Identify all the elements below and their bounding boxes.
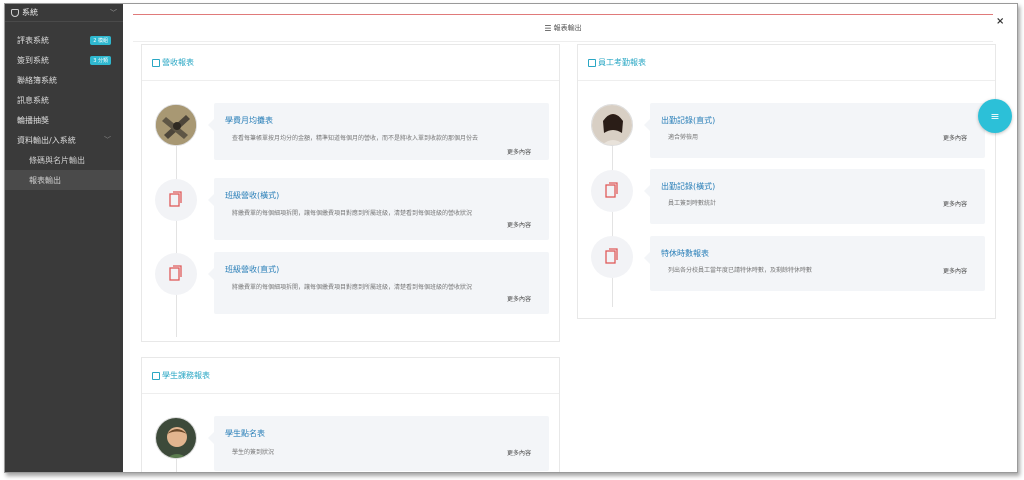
panel-title: 員工考勤報表 xyxy=(598,58,646,67)
more-link[interactable]: 更多內容 xyxy=(943,199,967,208)
report-card-description: 將繳費單的每個細項拆開，讓每個繳費項目對應到所屬班級，清楚看到每個班級的營收狀況 xyxy=(232,284,473,291)
sidebar-item-label: 聯絡簿系統 xyxy=(17,75,57,85)
more-link[interactable]: 更多內容 xyxy=(507,448,531,457)
count-badge: 2 模組 xyxy=(90,35,111,45)
report-card-description: 學生的簽到狀況 xyxy=(232,449,275,456)
sidebar-item-label: 簽到系統 xyxy=(17,55,49,65)
copy-icon xyxy=(152,371,160,380)
report-card[interactable]: 班級營收(橫式) 將繳費單的每個細項拆開，讓每個繳費項目對應到所屬班級，清楚看到… xyxy=(208,178,549,240)
report-card-title[interactable]: 出勤記錄(直式) xyxy=(661,115,715,126)
report-card-title[interactable]: 班級營收(橫式) xyxy=(225,190,279,201)
panel-header: 學生課務報表 xyxy=(142,358,559,394)
menu-icon: ☰ xyxy=(544,23,552,33)
more-link[interactable]: 更多內容 xyxy=(507,294,531,303)
document-icon xyxy=(155,253,197,295)
sidebar-item-data-io[interactable]: 資料輸出/入系統 ﹀ xyxy=(5,130,123,150)
more-link[interactable]: 更多內容 xyxy=(943,133,967,142)
copy-icon xyxy=(588,58,596,67)
report-card[interactable]: 學生點名表 學生的簽到狀況 更多內容 xyxy=(208,416,549,471)
page-title-bar: ☰ 報表輸出 xyxy=(133,14,993,42)
sidebar: 系統 ﹀ 評表系統 2 模組 簽到系統 3 分類 聯絡簿系統 訊息系統 輪播抽獎… xyxy=(5,4,123,472)
page-title: 報表輸出 xyxy=(553,24,582,32)
panel-header: 營收報表 xyxy=(142,45,559,81)
report-card-title[interactable]: 學費月均攤表 xyxy=(225,115,273,126)
copy-icon xyxy=(152,58,160,67)
sidebar-subitem-label: 報表輸出 xyxy=(29,175,61,185)
sidebar-subitem-barcode[interactable]: 條碼與名片輸出 xyxy=(5,150,123,170)
report-card-description: 適合勞檢用 xyxy=(668,134,699,141)
panel-title: 學生課務報表 xyxy=(162,371,210,380)
report-card-description: 將繳費單的每個細項拆開，讓每個繳費項目對應到所屬班級，清楚看到每個班級的營收狀況 xyxy=(232,210,473,217)
sidebar-subitem-reports[interactable]: 報表輸出 xyxy=(5,170,123,190)
sidebar-header[interactable]: 系統 ﹀ xyxy=(5,4,123,22)
more-link[interactable]: 更多內容 xyxy=(943,266,967,275)
window-frame: 系統 ﹀ 評表系統 2 模組 簽到系統 3 分類 聯絡簿系統 訊息系統 輪播抽獎… xyxy=(4,3,1018,473)
sidebar-item-label: 評表系統 xyxy=(17,35,49,45)
sidebar-subitem-label: 條碼與名片輸出 xyxy=(29,155,85,165)
report-card-title[interactable]: 學生點名表 xyxy=(225,428,265,439)
revenue-report-panel: 營收報表 學費月均攤表 查看每筆帳單按月均分的金額，精準知道每個月的營收，而不是… xyxy=(141,44,560,342)
report-card-title[interactable]: 出勤記錄(橫式) xyxy=(661,181,715,192)
document-icon xyxy=(591,170,633,212)
report-card-title[interactable]: 特休時數報表 xyxy=(661,248,709,259)
shield-icon xyxy=(11,8,19,17)
chevron-down-icon: ﹀ xyxy=(110,8,117,17)
document-icon xyxy=(591,236,633,278)
panel-header: 員工考勤報表 xyxy=(578,45,995,81)
sidebar-item-checkin[interactable]: 簽到系統 3 分類 xyxy=(5,50,123,70)
report-card[interactable]: 特休時數報表 列出各分校員工當年度已請特休時數，及剩餘特休時數 更多內容 xyxy=(644,236,985,291)
panel-title: 營收報表 xyxy=(162,58,194,67)
main-content: ☰ 報表輸出 × 營收報表 學費月均攤表 查看每筆帳單按月均分的金額，精準知道每… xyxy=(123,4,1017,472)
sidebar-item-label: 訊息系統 xyxy=(17,95,49,105)
sidebar-item-messages[interactable]: 訊息系統 xyxy=(5,90,123,110)
sidebar-item-label: 資料輸出/入系統 xyxy=(17,135,76,145)
more-link[interactable]: 更多內容 xyxy=(507,147,531,156)
report-card[interactable]: 出勤記錄(橫式) 員工簽到時數統計 更多內容 xyxy=(644,169,985,224)
report-card[interactable]: 班級營收(直式) 將繳費單的每個細項拆開，讓每個繳費項目對應到所屬班級，清楚看到… xyxy=(208,252,549,314)
sidebar-item-lottery[interactable]: 輪播抽獎 xyxy=(5,110,123,130)
report-card[interactable]: 出勤記錄(直式) 適合勞檢用 更多內容 xyxy=(644,103,985,158)
report-thumbnail-image xyxy=(155,104,197,146)
sidebar-item-contactbook[interactable]: 聯絡簿系統 xyxy=(5,70,123,90)
student-course-panel: 學生課務報表 學生點名表 學生的簽到狀況 更多內容 xyxy=(141,357,560,472)
sidebar-header-label: 系統 xyxy=(22,8,38,17)
count-badge: 3 分類 xyxy=(90,55,111,65)
report-card-description: 員工簽到時數統計 xyxy=(668,200,717,207)
report-card[interactable]: 學費月均攤表 查看每筆帳單按月均分的金額，精準知道每個月的營收，而不是將收入單到… xyxy=(208,103,549,160)
student-photo-avatar xyxy=(155,417,197,459)
staff-photo-avatar xyxy=(591,104,633,146)
sidebar-item-evaluation[interactable]: 評表系統 2 模組 xyxy=(5,30,123,50)
floating-menu-button[interactable]: ≡ xyxy=(978,99,1012,133)
close-button[interactable]: × xyxy=(996,16,1004,27)
report-card-description: 列出各分校員工當年度已請特休時數，及剩餘特休時數 xyxy=(668,267,813,274)
report-card-description: 查看每筆帳單按月均分的金額，精準知道每個月的營收，而不是將收入單到收款的那個月份… xyxy=(232,135,479,142)
document-icon xyxy=(155,179,197,221)
more-link[interactable]: 更多內容 xyxy=(507,220,531,229)
sidebar-item-label: 輪播抽獎 xyxy=(17,115,49,125)
staff-attendance-panel: 員工考勤報表 出勤記錄(直式) 適合勞檢用 更多內容 出勤記錄(橫式) 員工簽到… xyxy=(577,44,996,319)
chevron-down-icon: ﹀ xyxy=(104,136,111,144)
report-card-title[interactable]: 班級營收(直式) xyxy=(225,264,279,275)
